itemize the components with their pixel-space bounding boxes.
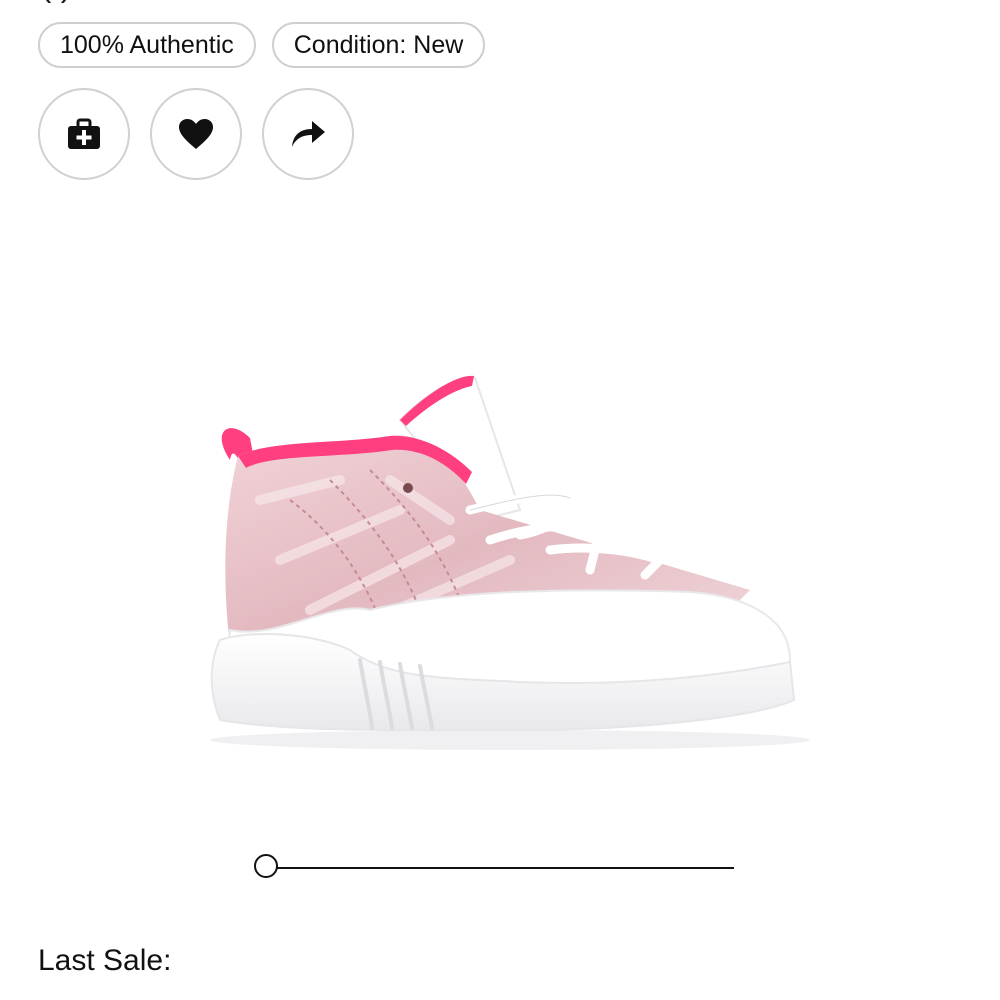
briefcase-plus-icon: [67, 118, 101, 150]
authentic-badge: 100% Authentic: [38, 22, 256, 68]
heart-icon: [178, 118, 214, 150]
add-to-portfolio-button[interactable]: [38, 88, 130, 180]
sneaker-image: [210, 375, 810, 750]
product-page: ( ) 100% Authentic Condition: New: [0, 0, 1000, 1000]
product-image: [190, 360, 810, 760]
badge-row: 100% Authentic Condition: New: [38, 22, 486, 68]
image-rotation-slider[interactable]: [254, 852, 734, 884]
slider-track[interactable]: [268, 867, 734, 869]
favorite-button[interactable]: [150, 88, 242, 180]
share-arrow-icon: [290, 119, 326, 149]
product-title-fragment: ( ): [40, 0, 72, 5]
slider-thumb[interactable]: [254, 854, 278, 878]
last-sale-label: Last Sale:: [38, 944, 172, 977]
share-button[interactable]: [262, 88, 354, 180]
condition-badge: Condition: New: [271, 22, 486, 68]
action-row: [38, 88, 354, 180]
